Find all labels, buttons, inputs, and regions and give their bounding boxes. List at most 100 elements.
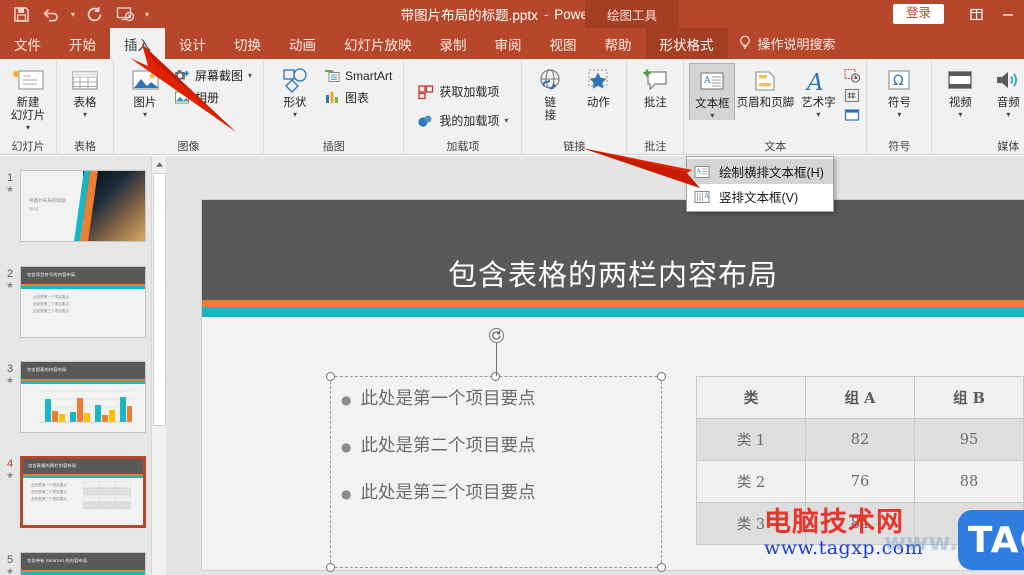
slide-preview-5[interactable]: 包含带有 SmartArt 的内容布局 bbox=[20, 552, 146, 575]
smartart-icon bbox=[323, 67, 340, 84]
text-box-button[interactable]: A 文本框 ▾ bbox=[689, 63, 736, 120]
chevron-down-icon[interactable]: ▾ bbox=[248, 71, 252, 80]
wordart-button[interactable]: A 艺术字 ▾ bbox=[795, 63, 841, 119]
header-footer-icon bbox=[751, 65, 779, 97]
slide-preview-2[interactable]: 包含项目符号的内容布局 此处是第一个项目要点 此处是第二个项目要点 此处是第三个… bbox=[20, 266, 146, 338]
tab-home[interactable]: 开始 bbox=[55, 28, 110, 59]
comment-button[interactable]: 批注 bbox=[632, 63, 678, 110]
content-text-placeholder[interactable]: ● 此处是第一个项目要点 ● 此处是第二个项目要点 ● 此处是第三个项目要点 bbox=[326, 372, 666, 572]
symbol-button[interactable]: Ω 符号 ▾ bbox=[876, 63, 922, 119]
table-row[interactable]: 类 2 76 88 bbox=[696, 460, 1024, 503]
tab-help[interactable]: 帮助 bbox=[591, 28, 646, 59]
bullet-item-3[interactable]: ● 此处是第三个项目要点 bbox=[341, 479, 657, 504]
chevron-down-icon[interactable]: ▾ bbox=[958, 111, 962, 119]
resize-handle-top-left[interactable] bbox=[326, 372, 335, 381]
table-row[interactable]: 类 1 82 95 bbox=[696, 418, 1024, 461]
scrollbar-thumb[interactable] bbox=[153, 173, 166, 426]
title-separator: - bbox=[543, 6, 549, 22]
slide-thumbnail-panel[interactable]: 1 ★ 带图片布局的标题 副标题 2 ★ 包含项目符号的内容布局 此处是第一个项… bbox=[0, 156, 167, 575]
slide-thumbnail-4[interactable]: 4 ★ 包含表格的两栏内容布局 此处是第一个项目要点 此处是第二个项目要点 此处… bbox=[0, 456, 166, 528]
redo-icon[interactable] bbox=[80, 1, 110, 27]
resize-handle-bottom-left[interactable] bbox=[326, 563, 335, 572]
object-icon[interactable] bbox=[843, 106, 861, 124]
resize-handle-top-right[interactable] bbox=[657, 372, 666, 381]
bullet-list: ● 此处是第一个项目要点 ● 此处是第二个项目要点 ● 此处是第三个项目要点 bbox=[331, 377, 661, 504]
action-button[interactable]: 动作 bbox=[575, 63, 621, 110]
chevron-down-icon[interactable]: ▾ bbox=[710, 112, 714, 120]
slide-panel-scrollbar[interactable] bbox=[151, 156, 167, 575]
customize-qat-icon[interactable]: ▾ bbox=[140, 1, 154, 27]
slide-1-subtitle: 副标题 bbox=[29, 207, 39, 211]
chevron-down-icon[interactable]: ▾ bbox=[293, 111, 297, 119]
wordart-icon: A bbox=[803, 65, 833, 97]
slide-number-5: 5 bbox=[6, 554, 14, 566]
slide-preview-4[interactable]: 包含表格的两栏内容布局 此处是第一个项目要点 此处是第二个项目要点 此处是第三个… bbox=[20, 456, 146, 528]
table-cell-r0c0: 类 1 bbox=[696, 418, 806, 461]
slide-title[interactable]: 包含表格的两栏内容布局 bbox=[202, 200, 1024, 300]
lightbulb-icon bbox=[738, 35, 752, 53]
ribbon-group-label-symbols: 符号 bbox=[888, 141, 911, 153]
tab-review[interactable]: 审阅 bbox=[481, 28, 536, 59]
undo-icon[interactable] bbox=[36, 1, 66, 27]
slide-thumbnail-5[interactable]: 5 ★ 包含带有 SmartArt 的内容布局 bbox=[0, 552, 166, 575]
chevron-down-icon[interactable]: ▾ bbox=[897, 111, 901, 119]
video-label: 视频 bbox=[948, 97, 972, 109]
slide-4-bullet-2: 此处是第二个项目要点 bbox=[31, 490, 67, 494]
chevron-down-icon[interactable]: ▾ bbox=[26, 124, 30, 132]
get-addins-button[interactable]: 获取加载项 bbox=[414, 82, 511, 101]
window-controls: 登录 bbox=[892, 0, 1024, 28]
quick-access-toolbar: ▾ ▾ bbox=[0, 1, 154, 27]
rotate-handle[interactable] bbox=[489, 328, 504, 343]
resize-handle-bottom-right[interactable] bbox=[657, 563, 666, 572]
minimize-window-icon[interactable] bbox=[992, 0, 1024, 28]
sign-in-button[interactable]: 登录 bbox=[892, 4, 944, 24]
undo-dropdown-icon[interactable]: ▾ bbox=[66, 1, 80, 27]
audio-button[interactable]: 音频 ▾ bbox=[985, 63, 1024, 119]
restore-window-icon[interactable] bbox=[960, 0, 992, 28]
get-addins-label: 获取加载项 bbox=[439, 85, 500, 99]
menu-item-horizontal-text-box[interactable]: A 绘制横排文本框(H) bbox=[687, 159, 833, 184]
slide-number-icon[interactable] bbox=[843, 86, 861, 104]
smartart-button[interactable]: SmartArt bbox=[320, 66, 395, 85]
slide-2-bullet-1: 此处是第一个项目要点 bbox=[33, 295, 69, 299]
menu-item-vertical-text-box[interactable]: A 竖排文本框(V) bbox=[687, 184, 833, 209]
tab-view[interactable]: 视图 bbox=[536, 28, 591, 59]
bullet-item-2[interactable]: ● 此处是第二个项目要点 bbox=[341, 432, 657, 457]
start-slideshow-icon[interactable] bbox=[110, 1, 140, 27]
slide-thumbnail-2[interactable]: 2 ★ 包含项目符号的内容布局 此处是第一个项目要点 此处是第二个项目要点 此处… bbox=[0, 266, 166, 338]
date-time-icon[interactable] bbox=[843, 66, 861, 84]
slide-preview-3[interactable]: 包含图表的内容布局 bbox=[20, 361, 146, 433]
ribbon-group-label-text: 文本 bbox=[764, 141, 787, 153]
chevron-down-icon[interactable]: ▾ bbox=[816, 111, 820, 119]
bullet-item-1[interactable]: ● 此处是第一个项目要点 bbox=[341, 385, 657, 410]
tell-me-search[interactable]: 操作说明搜索 bbox=[728, 28, 846, 59]
save-icon[interactable] bbox=[6, 1, 36, 27]
new-slide-button[interactable]: 新建 幻灯片 ▾ bbox=[5, 63, 51, 132]
tab-file[interactable]: 文件 bbox=[0, 28, 55, 59]
table-button[interactable]: 表格 ▾ bbox=[62, 63, 108, 119]
chevron-down-icon[interactable]: ▾ bbox=[83, 111, 87, 119]
slide-preview-1[interactable]: 带图片布局的标题 副标题 bbox=[20, 170, 146, 242]
ribbon-group-label-slides: 幻灯片 bbox=[11, 141, 45, 153]
video-button[interactable]: 视频 ▾ bbox=[937, 63, 983, 119]
slide-number-4: 4 bbox=[6, 458, 14, 470]
scroll-up-arrow-icon[interactable] bbox=[152, 156, 167, 172]
slide-star-icon: ★ bbox=[5, 280, 15, 290]
tab-shape-format[interactable]: 形状格式 bbox=[645, 28, 728, 59]
chart-button[interactable]: 图表 bbox=[320, 88, 395, 107]
shapes-button[interactable]: 形状 ▾ bbox=[272, 63, 318, 119]
action-icon bbox=[582, 65, 614, 97]
table-cell-r1c0: 类 2 bbox=[696, 460, 806, 503]
slide-thumbnail-3[interactable]: 3 ★ 包含图表的内容布局 bbox=[0, 361, 166, 433]
tab-slideshow[interactable]: 幻灯片放映 bbox=[330, 28, 426, 59]
slide-thumbnail-1[interactable]: 1 ★ 带图片布局的标题 副标题 bbox=[0, 170, 166, 242]
text-box-label: 文本框 bbox=[695, 98, 730, 110]
smartart-label: SmartArt bbox=[345, 68, 393, 83]
tab-animations[interactable]: 动画 bbox=[275, 28, 330, 59]
chevron-down-icon[interactable]: ▾ bbox=[1006, 111, 1010, 119]
link-button[interactable]: 链 接 bbox=[527, 63, 573, 123]
slide-star-icon: ★ bbox=[5, 184, 15, 194]
powerpoint-window: ▾ ▾ 带图片布局的标题.pptx - PowerPoint 绘图工具 登录 bbox=[0, 0, 1024, 575]
tab-record[interactable]: 录制 bbox=[426, 28, 481, 59]
header-footer-button[interactable]: 页眉和页脚 bbox=[737, 63, 794, 110]
